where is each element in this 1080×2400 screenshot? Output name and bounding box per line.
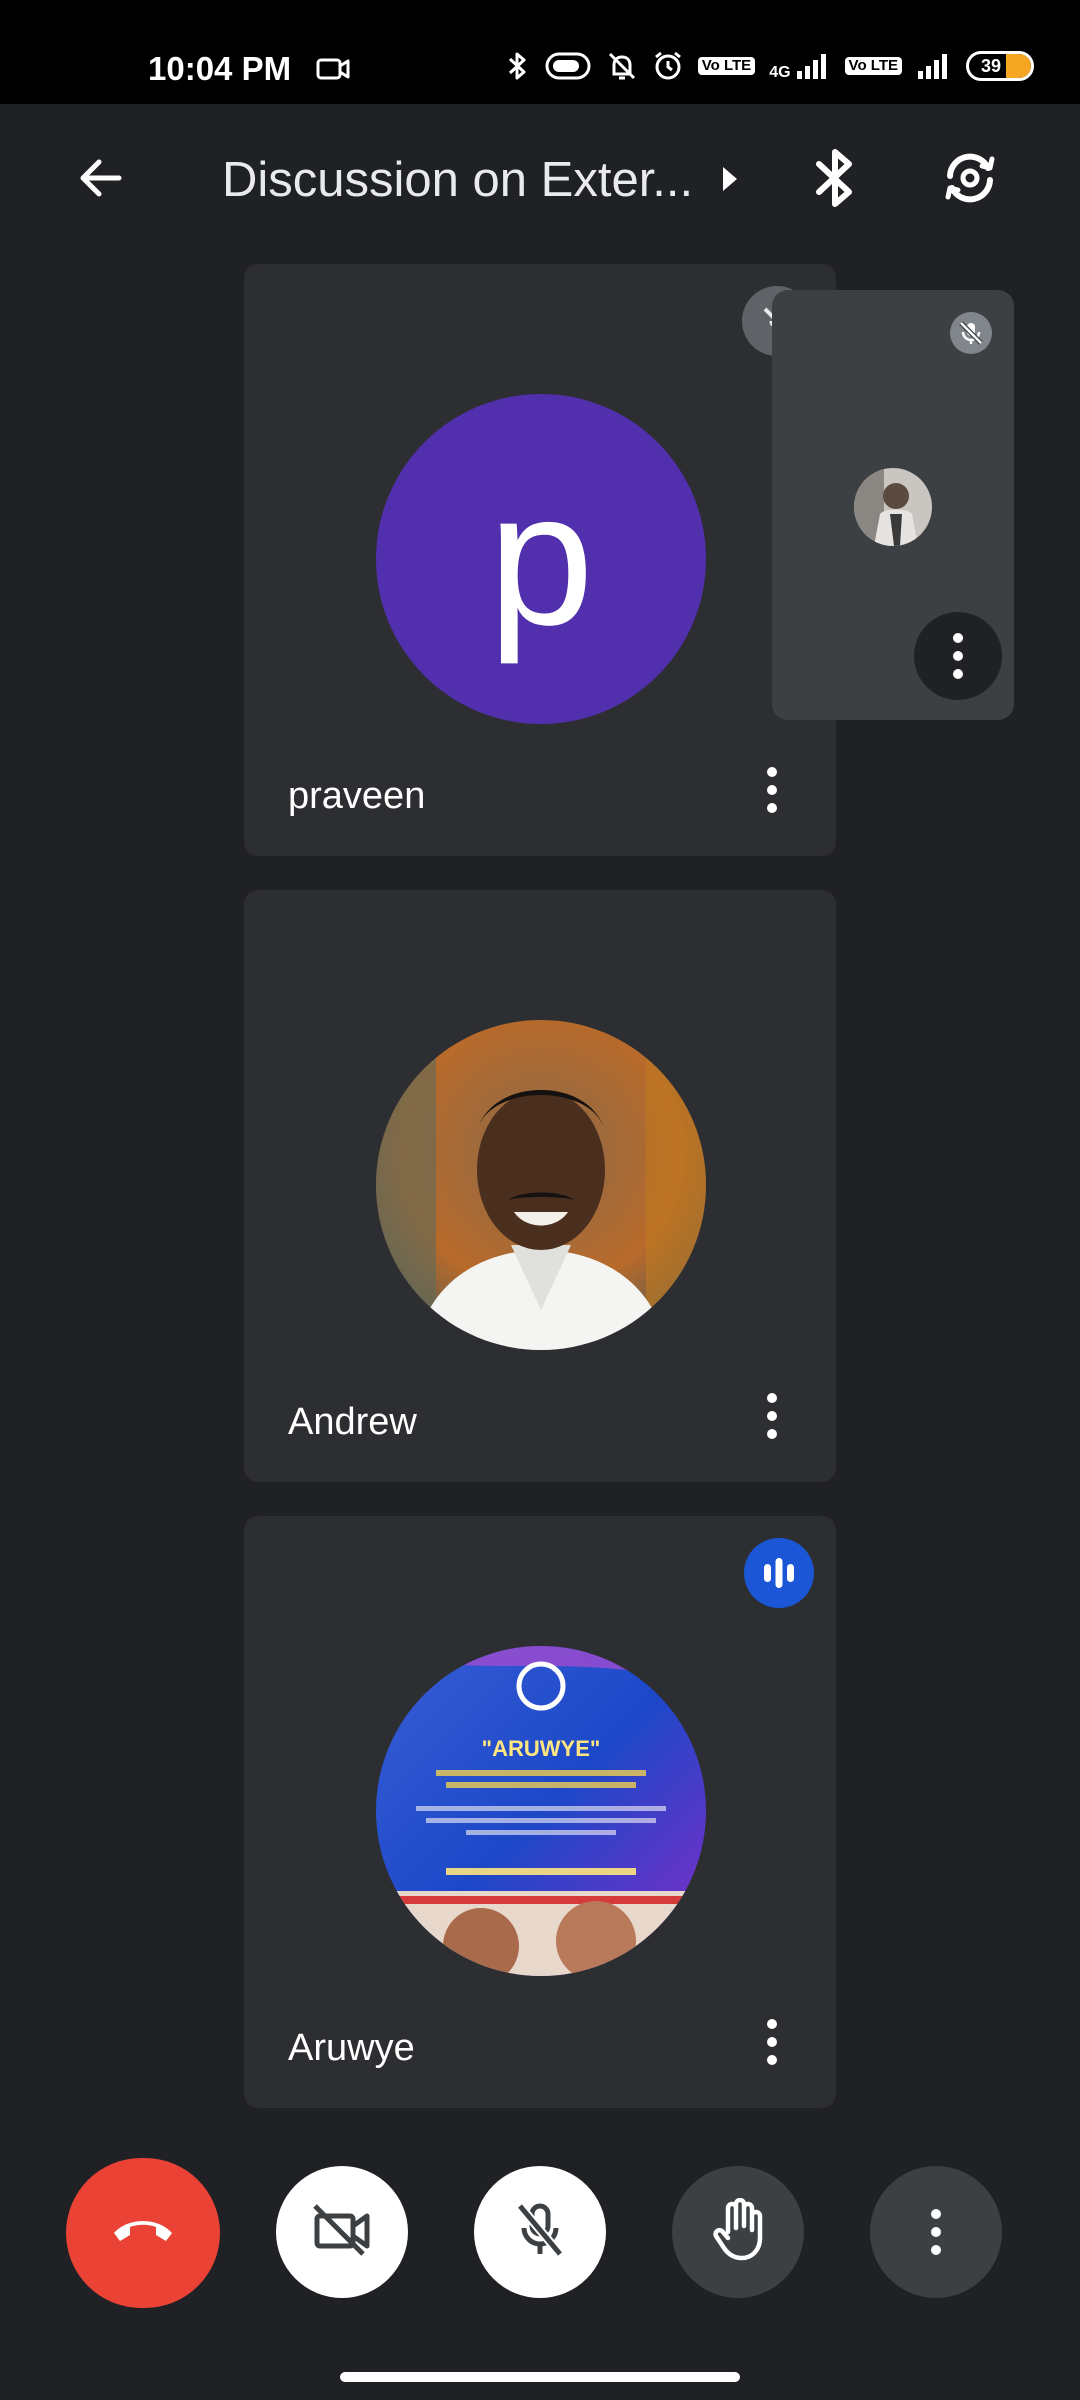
participant-options-button[interactable]: [752, 2012, 792, 2072]
battery-level: 39: [981, 55, 1002, 76]
participant-tile-andrew[interactable]: Andrew: [244, 890, 836, 1482]
avatar-logo-text: "ARUWYE": [482, 1736, 601, 1761]
participant-options-button[interactable]: [752, 1386, 792, 1446]
avatar: [376, 1020, 706, 1350]
more-vert-icon: [931, 2209, 941, 2255]
status-time: 10:04 PM: [148, 50, 292, 87]
status-icons: Vo LTE 4G Vo LTE 39: [506, 50, 1034, 82]
triangle-right-icon: [719, 164, 741, 199]
vibrate-icon: [544, 51, 592, 81]
more-vert-icon: [767, 2019, 777, 2065]
hang-up-icon: [108, 2211, 178, 2256]
meeting-title[interactable]: Discussion on Exter...: [222, 152, 693, 208]
participant-tile-praveen[interactable]: p praveen: [244, 264, 836, 856]
self-view[interactable]: [772, 290, 1014, 720]
battery-fill: [1006, 54, 1031, 78]
battery-icon: 39: [966, 51, 1034, 81]
meeting-details-button[interactable]: [712, 160, 748, 202]
call-controls: [0, 2150, 1080, 2320]
speaking-icon: [744, 1538, 814, 1608]
audio-output-button[interactable]: [800, 140, 870, 220]
avatar: [854, 468, 932, 546]
camera-toggle-button[interactable]: [276, 2166, 408, 2298]
bluetooth-status-icon: [506, 50, 530, 82]
camera-flip-icon: [938, 146, 1002, 215]
more-vert-icon: [953, 633, 963, 679]
signal-icon-2: [916, 51, 952, 81]
mic-toggle-button[interactable]: [474, 2166, 606, 2298]
alarm-icon: [652, 50, 684, 82]
network-type: 4G: [769, 64, 791, 81]
more-vert-icon: [767, 767, 777, 813]
back-button[interactable]: [60, 140, 140, 220]
silent-bell-icon: [606, 50, 638, 82]
avatar: "ARUWYE": [376, 1646, 706, 1976]
mic-off-icon: [950, 312, 992, 354]
end-call-button[interactable]: [66, 2158, 220, 2308]
signal-icon-1: 4G: [769, 51, 830, 81]
self-view-options-button[interactable]: [914, 612, 1002, 700]
bluetooth-icon: [813, 146, 857, 215]
screen-record-icon: [316, 56, 350, 87]
participant-name: Aruwye: [288, 2027, 415, 2069]
meeting-header: Discussion on Exter...: [0, 104, 1080, 254]
arrow-left-icon: [75, 153, 125, 208]
more-options-button[interactable]: [870, 2166, 1002, 2298]
more-vert-icon: [767, 1393, 777, 1439]
status-bar: 10:04 PM Vo LTE 4G Vo LTE 39: [0, 0, 1080, 104]
volte-badge-2: Vo LTE: [844, 57, 902, 75]
switch-camera-button[interactable]: [930, 140, 1010, 220]
avatar: p: [376, 394, 706, 724]
volte-badge-1: Vo LTE: [697, 57, 756, 75]
camera-off-icon: [311, 2202, 373, 2263]
raise-hand-button[interactable]: [672, 2166, 804, 2298]
raise-hand-icon: [710, 2197, 766, 2267]
participant-name: Andrew: [288, 1401, 417, 1443]
home-indicator[interactable]: [340, 2372, 740, 2382]
participant-options-button[interactable]: [752, 760, 792, 820]
mic-off-icon: [512, 2200, 568, 2265]
participant-name: praveen: [288, 775, 426, 817]
participant-tile-aruwye[interactable]: "ARUWYE" Aruwye: [244, 1516, 836, 2108]
